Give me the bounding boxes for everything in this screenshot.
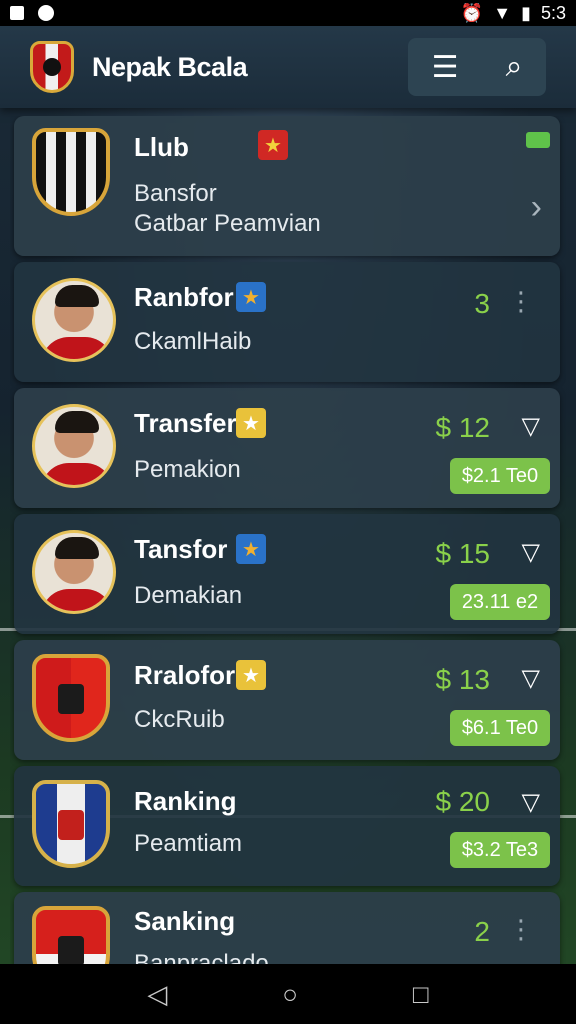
price-value: $ 20 xyxy=(435,786,491,817)
badge-icon: ★ xyxy=(236,534,266,564)
player-avatar xyxy=(32,278,116,362)
club-crest xyxy=(32,654,110,742)
search-icon[interactable]: ⌕ xyxy=(506,50,523,84)
item-line2: Gatbar Peamvian xyxy=(134,210,321,237)
club-crest xyxy=(32,906,110,964)
player-avatar xyxy=(32,530,116,614)
more-options-icon[interactable]: ⋮ xyxy=(508,286,534,317)
chevron-right-icon[interactable]: › xyxy=(531,188,542,227)
system-nav-bar: ◁ ○ □ xyxy=(0,964,576,1024)
notification-icon xyxy=(38,5,54,21)
item-name: Transfer xyxy=(134,408,237,438)
item-name: Rralofor xyxy=(134,660,236,690)
item-sub: Demakian xyxy=(134,582,243,609)
club-crest xyxy=(32,780,110,868)
item-name: Ranbfor xyxy=(134,282,234,312)
battery-icon: ▮ xyxy=(521,2,531,23)
item-name: Tansfor xyxy=(134,534,228,564)
item-line1: Bansfor xyxy=(134,180,217,207)
alarm-icon: ⏰ xyxy=(460,2,484,23)
list-icon[interactable]: ☰ xyxy=(432,50,459,85)
price-value: $ 15 xyxy=(435,538,491,569)
more-options-icon[interactable]: ⋮ xyxy=(508,914,534,945)
item-sub: CkamlHaib xyxy=(134,328,252,355)
shirt-icon[interactable]: ▽ xyxy=(522,538,540,567)
list-item[interactable]: Llub ★ Bansfor Gatbar Peamvian › xyxy=(14,116,560,256)
wifi-icon: ▼ xyxy=(493,2,512,23)
status-time: 5:3 xyxy=(540,2,566,23)
list-item[interactable]: Ranking Peamtiam $ 20 ▽ $3.2 Te3 xyxy=(14,766,560,886)
star-badge-icon: ★ xyxy=(258,130,288,160)
value-pill[interactable]: $3.2 Te3 xyxy=(450,832,550,868)
item-name: Ranking xyxy=(134,786,237,816)
app-title: Nepak Bcala xyxy=(92,51,248,82)
item-sub: CkcRuib xyxy=(134,706,225,733)
shirt-icon[interactable]: ▽ xyxy=(522,788,540,817)
value-pill[interactable]: $6.1 Te0 xyxy=(450,710,550,746)
recent-apps-icon[interactable]: □ xyxy=(413,979,429,1010)
club-crest xyxy=(32,128,110,216)
item-sub: Banpraclado xyxy=(134,950,269,964)
price-value: $ 13 xyxy=(435,664,491,695)
star-badge-icon: ★ xyxy=(236,408,266,438)
list-item[interactable]: Sanking Banpraclado 2 ⋮ xyxy=(14,892,560,964)
notification-icon xyxy=(10,6,24,20)
item-name: Llub xyxy=(134,132,189,162)
badge-icon: ★ xyxy=(236,282,266,312)
app-logo xyxy=(30,41,74,93)
back-icon[interactable]: ◁ xyxy=(147,979,167,1010)
item-sub: Peamtiam xyxy=(134,830,243,857)
club-list: Llub ★ Bansfor Gatbar Peamvian › Ranbfor… xyxy=(10,116,566,964)
item-name: Sanking xyxy=(134,906,236,936)
value-pill[interactable]: 23.11 e2 xyxy=(450,584,550,620)
shirt-icon[interactable]: ▽ xyxy=(522,412,540,441)
home-icon[interactable]: ○ xyxy=(282,979,298,1010)
star-badge-icon: ★ xyxy=(236,660,266,690)
player-avatar xyxy=(32,404,116,488)
item-sub: Pemakion xyxy=(134,456,241,483)
app-bar: Nepak Bcala ☰ ⌕ xyxy=(0,26,576,108)
list-item[interactable]: Tansfor ★ Demakian $ 15 ▽ 23.11 e2 xyxy=(14,514,560,634)
app-bar-actions: ☰ ⌕ xyxy=(408,38,546,96)
rank-value: 3 xyxy=(474,288,490,319)
list-item[interactable]: Transfer ★ Pemakion $ 12 ▽ $2.1 Te0 xyxy=(14,388,560,508)
status-bar: ⏰ ▼ ▮ 5:3 xyxy=(0,0,576,26)
list-item[interactable]: Rralofor ★ CkcRuib $ 13 ▽ $6.1 Te0 xyxy=(14,640,560,760)
online-badge-icon xyxy=(526,132,550,148)
rank-value: 2 xyxy=(474,916,490,947)
price-value: $ 12 xyxy=(435,412,491,443)
value-pill[interactable]: $2.1 Te0 xyxy=(450,458,550,494)
shirt-icon[interactable]: ▽ xyxy=(522,664,540,693)
list-item[interactable]: Ranbfor ★ CkamlHaib 3 ⋮ xyxy=(14,262,560,382)
